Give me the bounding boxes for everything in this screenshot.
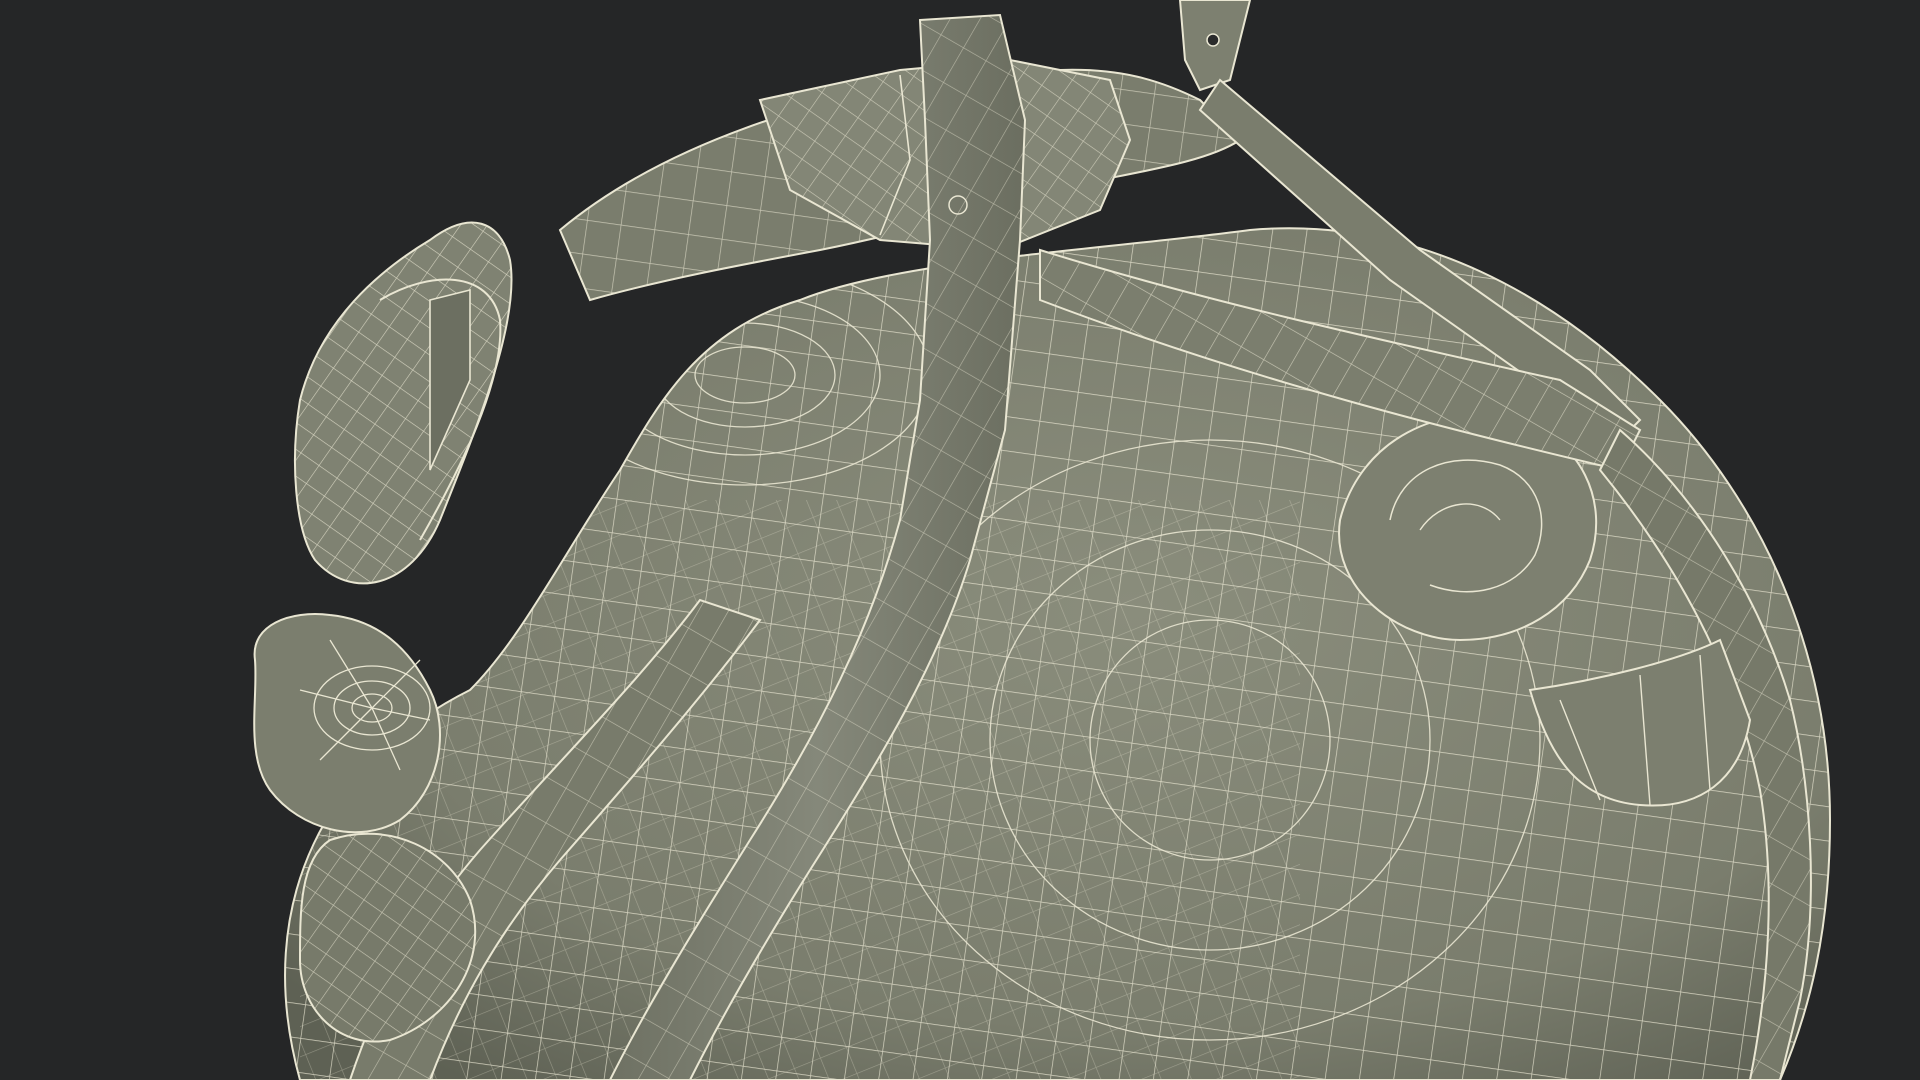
render-viewport (0, 0, 1920, 1080)
wireframe-head-render (253, 0, 1832, 1080)
nose-mesh (253, 613, 441, 834)
brow-pad (294, 221, 513, 585)
